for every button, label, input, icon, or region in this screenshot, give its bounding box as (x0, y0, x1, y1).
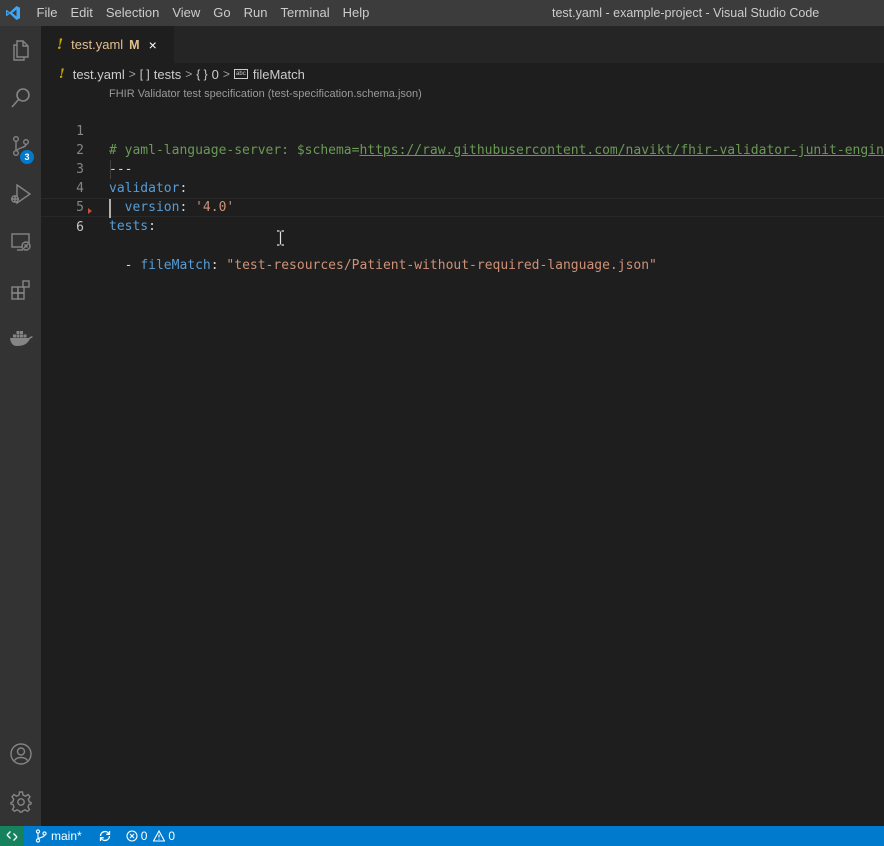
yaml-key: tests (109, 219, 149, 234)
object-icon: { } (196, 67, 208, 81)
error-icon (126, 830, 138, 842)
tab-test-yaml[interactable]: ! test.yaml M × (41, 26, 174, 63)
modified-indicator: M (129, 37, 140, 52)
text-cursor (109, 199, 111, 218)
menu-selection[interactable]: Selection (99, 0, 165, 26)
line-number: 6 (76, 220, 84, 235)
close-icon[interactable]: × (149, 37, 157, 53)
menu-file[interactable]: File (30, 0, 64, 26)
problems-status[interactable]: 0 0 (126, 829, 175, 843)
run-debug-icon[interactable] (0, 172, 41, 216)
warning-count: 0 (168, 829, 176, 843)
files-icon[interactable] (0, 28, 41, 72)
error-count: 0 (140, 829, 148, 843)
chevron-right-icon: > (222, 67, 230, 81)
source-control-icon[interactable]: 3 (0, 124, 41, 168)
code-line-4: 4 version: '4.0' (41, 160, 884, 215)
accounts-icon[interactable] (0, 732, 41, 776)
title-bar: File Edit Selection View Go Run Terminal… (0, 0, 884, 26)
breadcrumb-file[interactable]: ! test.yaml (59, 67, 125, 82)
breadcrumb: ! test.yaml > [ ] tests > { } 0 > abc fi… (41, 63, 884, 85)
yaml-dash: - (109, 258, 141, 273)
remote-explorer-icon[interactable] (0, 220, 41, 264)
code-line-2: 2 --- (41, 122, 884, 177)
vscode-logo-icon (0, 0, 26, 26)
source-control-badge: 3 (20, 150, 34, 164)
docker-icon[interactable] (0, 316, 41, 360)
activity-bar: 3 (0, 26, 41, 826)
menu-go[interactable]: Go (207, 0, 237, 26)
yaml-colon: : (210, 258, 227, 273)
yaml-colon: : (148, 219, 156, 234)
schema-codelens[interactable]: FHIR Validator test specification (test-… (109, 85, 422, 103)
chevron-right-icon: > (185, 67, 193, 81)
menu-view[interactable]: View (166, 0, 207, 26)
chevron-right-icon: > (128, 67, 136, 81)
code-line-6: 6 - fileMatch: "test-resources/Patient-w… (41, 198, 884, 273)
sync-button[interactable] (98, 829, 112, 843)
mouse-ibeam-cursor-icon (277, 230, 284, 246)
code-line-3: 3 validator: (41, 141, 884, 196)
window-title: test.yaml - example-project - Visual Stu… (552, 6, 820, 20)
menu-bar: File Edit Selection View Go Run Terminal… (30, 0, 376, 26)
sync-icon (99, 830, 110, 842)
branch-label: main* (51, 829, 82, 843)
yaml-key: fileMatch (140, 258, 211, 273)
code-editor[interactable]: 1 # yaml-language-server: $schema=https:… (41, 103, 884, 825)
extensions-icon[interactable] (0, 268, 41, 312)
deleted-lines-marker[interactable] (88, 208, 92, 214)
menu-help[interactable]: Help (336, 0, 376, 26)
breadcrumb-filematch[interactable]: abc fileMatch (233, 67, 305, 82)
remote-icon (6, 831, 18, 841)
yaml-value: "test-resources/Patient-without-required… (226, 258, 657, 273)
tab-label: test.yaml (71, 37, 124, 52)
array-icon: [ ] (139, 67, 150, 81)
tab-bar: ! test.yaml M × (41, 26, 884, 63)
search-icon[interactable] (0, 76, 41, 120)
menu-terminal[interactable]: Terminal (274, 0, 336, 26)
remote-indicator[interactable] (0, 826, 24, 846)
breadcrumb-tests[interactable]: [ ] tests (140, 67, 181, 82)
warning-triangle-icon (153, 830, 166, 842)
breadcrumb-index[interactable]: { } 0 (196, 67, 219, 82)
code-line-1: 1 # yaml-language-server: $schema=https:… (41, 103, 884, 158)
menu-run[interactable]: Run (237, 0, 274, 26)
warning-icon: ! (57, 36, 64, 53)
status-bar: main* 0 0 (0, 826, 884, 846)
code-line-5: 5 tests: (41, 179, 884, 234)
git-branch-icon (35, 829, 47, 843)
menu-edit[interactable]: Edit (64, 0, 99, 26)
settings-gear-icon[interactable] (0, 780, 41, 824)
yaml-warning-icon: ! (59, 66, 65, 82)
branch-status[interactable]: main* (35, 829, 82, 843)
string-icon: abc (233, 69, 248, 79)
